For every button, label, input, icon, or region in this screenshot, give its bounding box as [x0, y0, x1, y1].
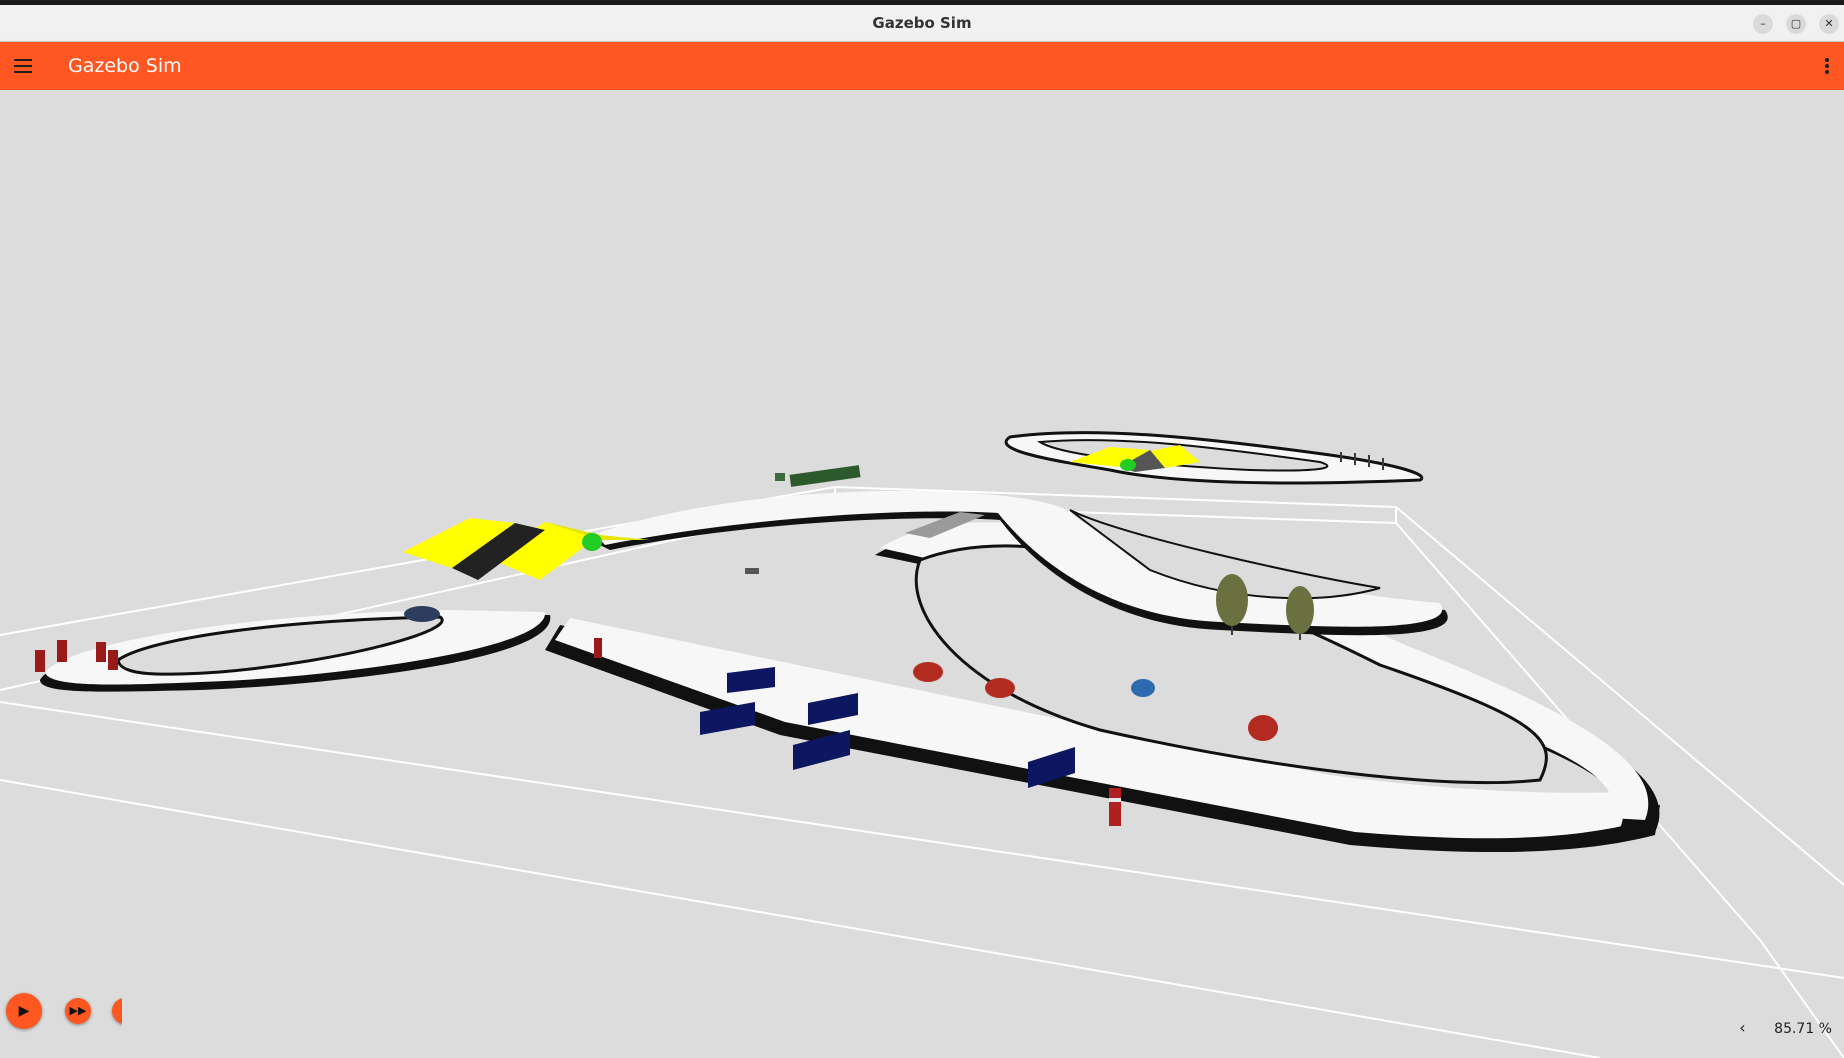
- control-clip: [122, 988, 162, 1058]
- real-time-factor: ‹ 85.71 %: [1739, 1015, 1832, 1041]
- minimize-button[interactable]: –: [1753, 14, 1773, 34]
- app-toolbar: Gazebo Sim: [0, 42, 1844, 90]
- play-icon: ▶: [18, 1003, 30, 1019]
- window-title: Gazebo Sim: [872, 14, 972, 32]
- hamburger-menu-icon[interactable]: [14, 55, 34, 77]
- playback-controls: ▶ ▶▶: [0, 988, 162, 1058]
- window-titlebar[interactable]: Gazebo Sim – ▢ ✕: [0, 5, 1844, 42]
- close-button[interactable]: ✕: [1819, 14, 1839, 34]
- step-button[interactable]: ▶▶: [65, 998, 91, 1024]
- rtf-value: 85.71 %: [1774, 1021, 1832, 1037]
- more-options-icon[interactable]: [1824, 56, 1830, 76]
- play-button[interactable]: ▶: [6, 993, 42, 1029]
- app-title: Gazebo Sim: [68, 55, 182, 77]
- 3d-scene-viewport[interactable]: [0, 90, 1844, 1058]
- scene-render[interactable]: [0, 90, 1844, 1058]
- maximize-button[interactable]: ▢: [1786, 14, 1806, 34]
- chevron-left-icon[interactable]: ‹: [1739, 1015, 1745, 1041]
- fast-forward-icon: ▶▶: [69, 1004, 87, 1017]
